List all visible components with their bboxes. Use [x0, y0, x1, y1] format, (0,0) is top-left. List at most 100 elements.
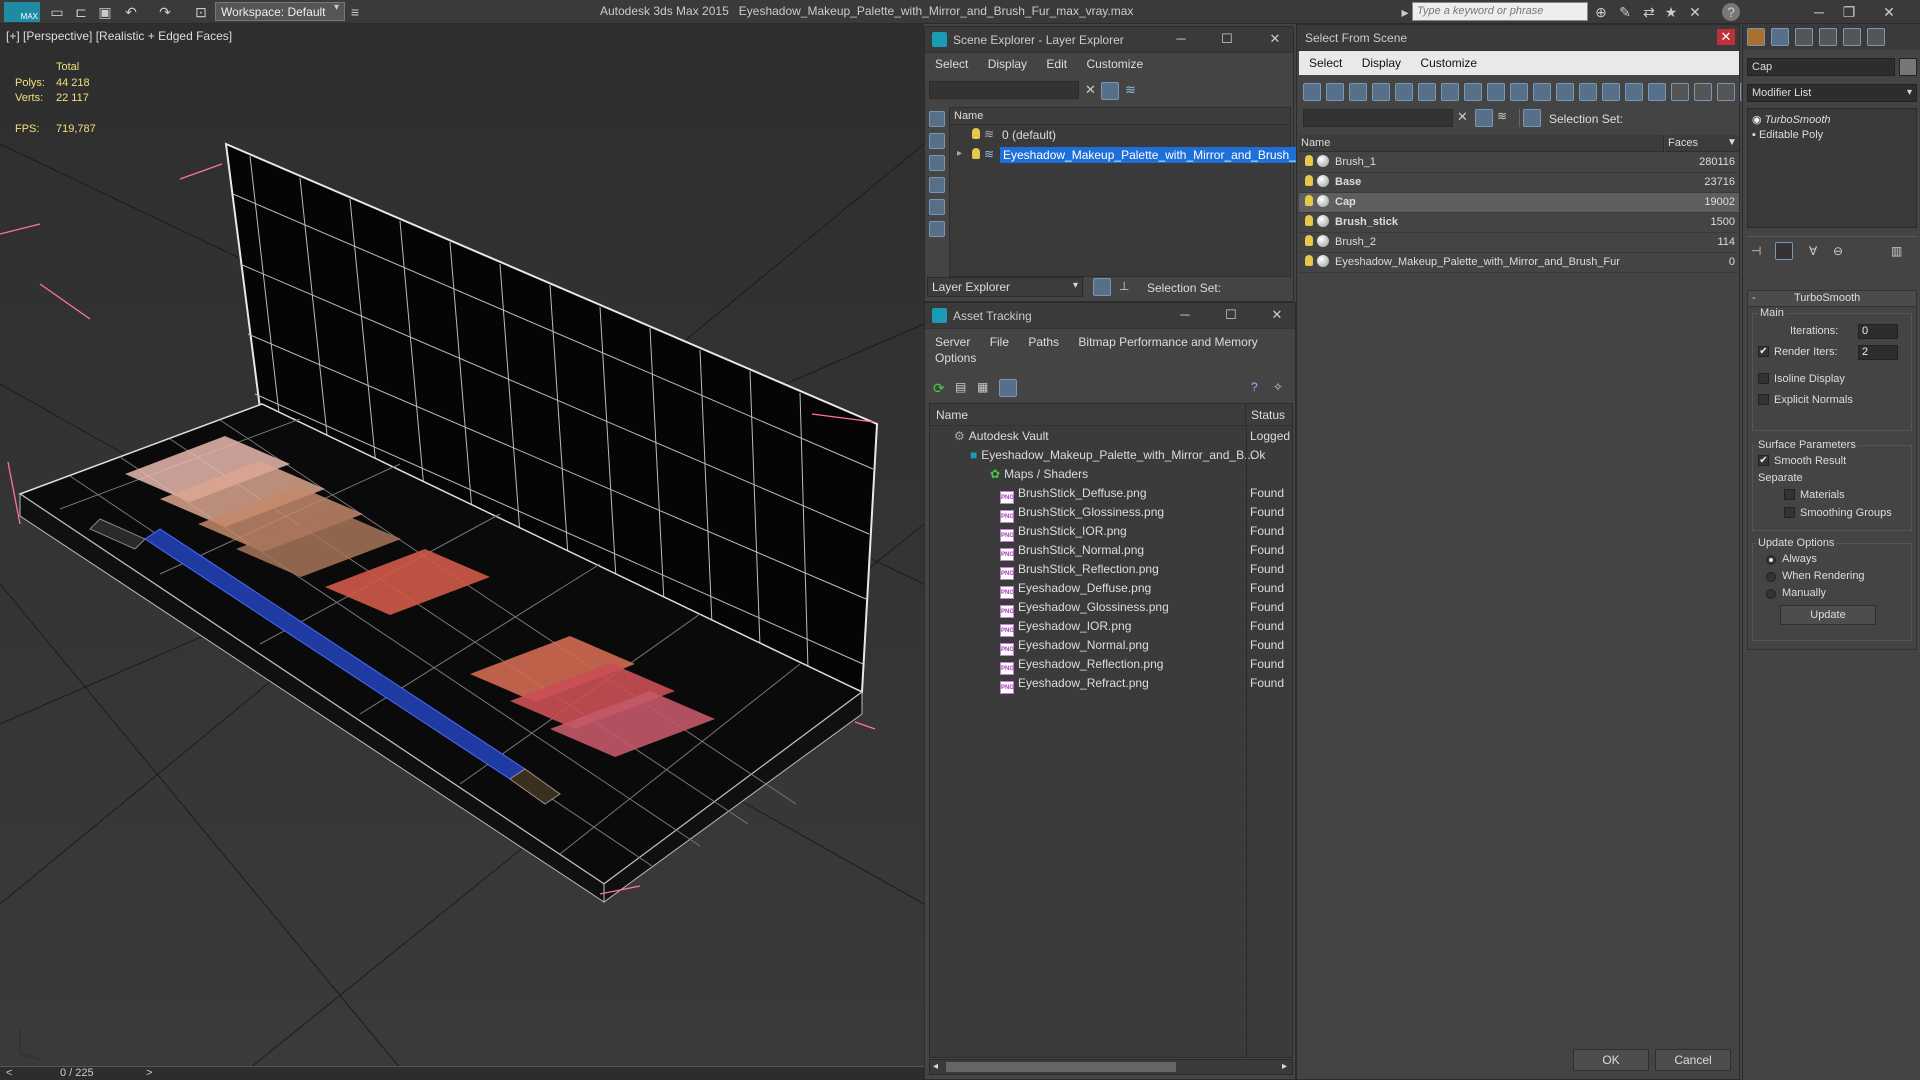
scroll-left-icon[interactable]: ◂ — [933, 1061, 938, 1072]
show-end-result-icon[interactable] — [1775, 242, 1793, 260]
menu-file[interactable]: File — [990, 335, 1009, 349]
exchange-icon[interactable]: ⇄ — [1640, 3, 1658, 21]
asset-row[interactable]: PNG BrushStick_Deffuse.png Found — [930, 484, 1292, 504]
display-hidden-icon[interactable] — [1556, 83, 1574, 101]
display-geometry-icon[interactable] — [1303, 83, 1321, 101]
layers-toggle-icon[interactable] — [1093, 278, 1111, 296]
asset-row[interactable]: PNG BrushStick_Normal.png Found — [930, 541, 1292, 561]
asset-row[interactable]: ✿ Maps / Shaders — [930, 465, 1292, 484]
close-search-icon[interactable]: ✕ — [1686, 3, 1704, 21]
display-cameras-icon[interactable] — [1372, 83, 1390, 101]
app-logo[interactable]: MAX — [4, 2, 40, 22]
scene-explorer-titlebar[interactable]: Scene Explorer - Layer Explorer ─ ☐ ✕ — [925, 27, 1293, 53]
rollout-header[interactable]: - TurboSmooth — [1748, 291, 1916, 307]
menu-customize[interactable]: Customize — [1420, 56, 1477, 70]
layers-icon[interactable]: ≋ — [1497, 109, 1507, 123]
sfs-search-input[interactable] — [1303, 109, 1453, 127]
menu-server[interactable]: Server — [935, 335, 970, 349]
explicit-normals-checkbox[interactable] — [1758, 394, 1769, 405]
clear-search-icon[interactable]: ✕ — [1457, 109, 1468, 125]
menu-select[interactable]: Select — [1309, 56, 1342, 70]
render-iters-spinner[interactable]: 2 — [1858, 345, 1898, 360]
close-icon[interactable]: ✕ — [1267, 31, 1283, 47]
modifier-bulb-icon[interactable]: ◉ — [1752, 114, 1762, 126]
when-rendering-radio[interactable] — [1766, 572, 1776, 582]
invert-display-icon[interactable] — [1625, 83, 1643, 101]
isoline-checkbox[interactable] — [1758, 373, 1769, 384]
close-icon[interactable]: ✕ — [1717, 29, 1735, 45]
menu-icon[interactable]: ≡ — [346, 3, 364, 21]
display-xrefs-icon[interactable] — [1464, 83, 1482, 101]
filter-icon[interactable] — [1475, 109, 1493, 127]
perspective-viewport[interactable]: [+] [Perspective] [Realistic + Edged Fac… — [0, 24, 924, 1068]
hierarchy-tab-icon[interactable] — [1795, 28, 1813, 46]
layers-icon[interactable]: ≋ — [1125, 82, 1136, 98]
menu-options[interactable]: Options — [935, 351, 976, 365]
close-icon[interactable]: ✕ — [1269, 307, 1285, 323]
scene-search-input[interactable] — [929, 81, 1079, 99]
redo-icon[interactable]: ↷ — [156, 3, 174, 21]
binoculars-icon[interactable]: ⊕ — [1592, 3, 1610, 21]
light-bulb-icon[interactable] — [1305, 155, 1313, 166]
table-view-icon[interactable] — [999, 379, 1017, 397]
layer-explorer-dropdown[interactable]: Layer Explorer ▾ — [927, 277, 1083, 297]
light-bulb-icon[interactable] — [1305, 255, 1313, 266]
filter-icon[interactable] — [1101, 82, 1119, 100]
layer-row-palette[interactable]: ▸ ≋ Eyeshadow_Makeup_Palette_with_Mirror… — [950, 146, 1317, 165]
display-bones-icon[interactable] — [1487, 83, 1505, 101]
render-iters-checkbox[interactable]: ✔ — [1758, 346, 1769, 357]
light-bulb-icon[interactable] — [972, 128, 980, 139]
display-none-icon[interactable] — [1602, 83, 1620, 101]
time-slider[interactable]: < 0 / 225 > — [0, 1066, 924, 1080]
display-lights-icon[interactable] — [929, 177, 945, 193]
new-file-icon[interactable]: ▭ — [48, 3, 66, 21]
maximize-icon[interactable]: ☐ — [1223, 307, 1239, 323]
make-unique-icon[interactable]: ∀ — [1809, 244, 1817, 258]
manually-radio[interactable] — [1766, 589, 1776, 599]
column-header-status[interactable]: Status — [1247, 404, 1292, 426]
ok-button[interactable]: OK — [1573, 1049, 1649, 1071]
display-frozen-icon[interactable] — [1533, 83, 1551, 101]
vault-help-icon[interactable]: ✧ — [1273, 380, 1283, 394]
hierarchy-icon[interactable]: ⊥ — [1119, 279, 1129, 293]
close-icon[interactable]: ✕ — [1880, 3, 1898, 21]
pin-stack-icon[interactable]: ⊣ — [1751, 244, 1761, 258]
object-row[interactable]: Brush_stick 1500 — [1299, 213, 1739, 233]
modify-tab-icon[interactable] — [1771, 28, 1789, 46]
display-containers-icon[interactable] — [1510, 83, 1528, 101]
light-bulb-icon[interactable] — [1305, 235, 1313, 246]
scrollbar-thumb[interactable] — [946, 1062, 1176, 1072]
object-row[interactable]: Eyeshadow_Makeup_Palette_with_Mirror_and… — [1299, 253, 1739, 273]
iterations-spinner[interactable]: 0 — [1858, 324, 1898, 339]
column-header-name[interactable]: Name — [1299, 135, 1664, 152]
prev-frame-button[interactable]: < — [6, 1067, 12, 1079]
display-shapes-icon[interactable] — [929, 155, 945, 171]
display-all-icon[interactable] — [1579, 83, 1597, 101]
light-bulb-icon[interactable] — [1305, 175, 1313, 186]
create-tab-icon[interactable] — [1747, 28, 1765, 46]
viewport-label[interactable]: [+] [Perspective] [Realistic + Edged Fac… — [6, 29, 232, 43]
display-helpers-icon[interactable] — [929, 221, 945, 237]
object-color-swatch[interactable] — [1899, 58, 1917, 76]
select-invert-icon[interactable] — [1717, 83, 1735, 101]
smoothing-groups-checkbox[interactable] — [1784, 507, 1795, 518]
display-spacewarps-icon[interactable] — [1418, 83, 1436, 101]
remove-modifier-icon[interactable]: ⊖ — [1833, 244, 1843, 258]
asset-tracking-titlebar[interactable]: Asset Tracking ─ ☐ ✕ — [925, 303, 1295, 329]
undo-icon[interactable]: ↶ — [122, 3, 140, 21]
thumbnail-view-icon[interactable]: ▦ — [977, 380, 988, 394]
column-header-name[interactable]: Name — [950, 108, 1290, 125]
asset-row[interactable]: PNG Eyeshadow_Reflection.png Found — [930, 655, 1292, 675]
expand-plus-icon[interactable]: ▪ — [1752, 129, 1756, 141]
clear-search-icon[interactable]: ✕ — [1085, 82, 1096, 98]
display-objects-icon[interactable] — [929, 111, 945, 127]
menu-select[interactable]: Select — [935, 57, 968, 71]
sort-arrow-icon[interactable]: ▼ — [1727, 137, 1737, 148]
light-bulb-icon[interactable] — [972, 148, 980, 159]
display-helpers-icon[interactable] — [1395, 83, 1413, 101]
hierarchy-icon[interactable] — [1523, 109, 1541, 127]
motion-tab-icon[interactable] — [1819, 28, 1837, 46]
minimize-icon[interactable]: ─ — [1177, 307, 1193, 323]
search-input[interactable]: Type a keyword or phrase — [1412, 2, 1588, 21]
light-bulb-icon[interactable] — [1305, 195, 1313, 206]
